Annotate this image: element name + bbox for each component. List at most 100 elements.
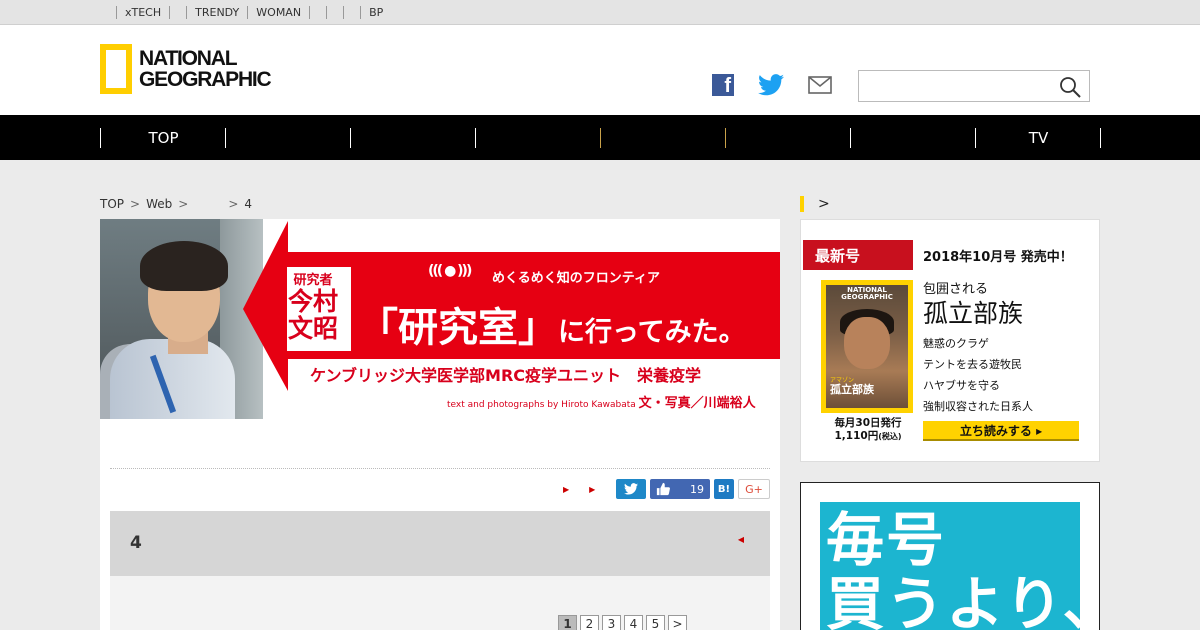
nav-divider — [1100, 128, 1101, 148]
read-preview-button[interactable]: 立ち読みする ▸ — [923, 421, 1079, 441]
separator — [309, 6, 311, 19]
mini-links: ▶ ▶ — [563, 485, 595, 494]
hatena-bookmark-button[interactable]: B! — [714, 479, 734, 499]
article-banner: 研究者 今村 文昭 ((( ● ))) めくるめく知のフロンティア 「研究室」に… — [100, 219, 780, 419]
twitter-icon[interactable] — [758, 74, 784, 96]
like-count: 19 — [690, 482, 704, 496]
breadcrumb-web[interactable]: Web — [146, 197, 172, 211]
toc-item: 魅惑のクラゲ — [923, 337, 989, 350]
search-icon[interactable] — [1059, 76, 1081, 98]
photo-credit: text and photographs by Hiroto Kawabata … — [447, 392, 756, 411]
page-5-button[interactable]: 5 — [646, 615, 665, 630]
researcher-name-2: 文昭 — [287, 314, 338, 343]
tax-note: (税込) — [878, 432, 902, 441]
separator — [343, 6, 345, 19]
publish-schedule: 毎月30日発行 — [834, 417, 902, 429]
ad-creative: 毎号 買うより、 — [820, 502, 1080, 630]
ad-banner[interactable]: 毎号 買うより、 — [800, 482, 1100, 630]
logo-text-line-2: GEOGRAPHIC — [139, 68, 272, 91]
top-bar: xTECH TRENDY WOMAN BP — [0, 0, 1200, 25]
page-2-button[interactable]: 2 — [580, 615, 599, 630]
researcher-photo — [100, 219, 263, 419]
nav-item-3[interactable] — [351, 115, 476, 160]
network-link-xtech[interactable]: xTECH — [117, 6, 169, 19]
breadcrumb-separator: > — [228, 197, 239, 211]
title-bracket-close: 」 — [518, 305, 558, 351]
nav-item-5[interactable] — [601, 115, 726, 160]
price: 1,110円 — [834, 430, 879, 442]
page-1-button[interactable]: 1 — [558, 615, 577, 630]
twitter-share-button[interactable] — [616, 479, 646, 499]
site-header: NATIONAL GEOGRAPHIC f — [0, 25, 1200, 115]
play-arrow-icon[interactable]: ▶ — [589, 485, 595, 494]
yellow-frame-icon — [100, 44, 132, 94]
new-issue-label: 最新号 — [803, 240, 913, 270]
play-arrow-icon[interactable]: ▶ — [563, 485, 569, 494]
series-tagline: めくるめく知のフロンティア — [492, 271, 660, 286]
main-nav: TOP TV — [0, 115, 1200, 160]
magazine-cover[interactable]: NATIONAL GEOGRAPHIC アマゾン 孤立部族 — [821, 280, 913, 413]
ad-line-2: 買うより、 — [826, 570, 1080, 630]
nav-item-7[interactable] — [851, 115, 976, 160]
next-page-button[interactable]: > — [668, 615, 687, 630]
page-3-button[interactable]: 3 — [602, 615, 621, 630]
breadcrumb-top[interactable]: TOP — [100, 197, 124, 211]
social-links: f — [712, 74, 832, 96]
sidebar-heading: > — [800, 196, 830, 212]
issue-date: 2018年10月号 発売中！ — [923, 250, 1073, 265]
nav-item-4[interactable] — [476, 115, 601, 160]
logo-text-line-1: NATIONAL — [139, 47, 238, 70]
title-main: 研究室 — [398, 305, 518, 351]
facebook-icon[interactable]: f — [712, 74, 734, 96]
separator — [326, 6, 328, 19]
breadcrumb-current: 4 — [244, 197, 253, 211]
title-suffix: に行ってみた。 — [558, 317, 746, 348]
nav-item-top[interactable]: TOP — [101, 115, 226, 160]
breadcrumb-separator: > — [178, 197, 189, 211]
twitter-icon — [624, 483, 638, 495]
network-link-woman[interactable]: WOMAN — [248, 6, 309, 19]
nav-item-2[interactable] — [226, 115, 351, 160]
article-body: ▶ ▶ 19 B! G+ 4 ◀ 1 2 3 4 5 > — [100, 419, 780, 630]
toc-item: 強制収容された日系人 — [923, 400, 1033, 413]
share-buttons: 19 B! G+ — [616, 479, 770, 499]
mail-icon[interactable] — [808, 76, 832, 94]
search-input[interactable] — [859, 71, 1049, 101]
cover-headline: 孤立部族 — [830, 383, 874, 396]
affiliation: ケンブリッジ大学医学部MRC疫学ユニット 栄養疫学 — [310, 366, 702, 385]
title-bracket-open: 「 — [358, 305, 398, 351]
researcher-label: 研究者 — [293, 273, 333, 288]
nav-item-6[interactable] — [726, 115, 851, 160]
page-4-button[interactable]: 4 — [624, 615, 643, 630]
credit-en: text and photographs by Hiroto Kawabata — [447, 400, 636, 410]
facebook-like-button[interactable]: 19 — [650, 479, 710, 499]
section-header: 4 ◀ — [110, 511, 770, 576]
toc-item: ハヤブサを守る — [923, 379, 1000, 392]
latest-issue-box: 最新号 2018年10月号 発売中！ NATIONAL GEOGRAPHIC アマ… — [800, 219, 1100, 462]
accent-bar — [800, 196, 804, 212]
google-plus-button[interactable]: G+ — [738, 479, 770, 499]
site-logo[interactable]: NATIONAL GEOGRAPHIC — [100, 44, 272, 94]
breadcrumb: TOP > Web > > 4 — [100, 197, 252, 211]
cover-title-2: GEOGRAPHIC — [841, 293, 893, 301]
network-link-bp[interactable]: BP — [361, 6, 391, 19]
article-content: 1 2 3 4 5 > — [110, 576, 770, 630]
issue-contents: 魅惑のクラゲ テントを去る遊牧民 ハヤブサを守る 強制収容された日系人 — [923, 333, 1033, 417]
pagination: 1 2 3 4 5 > — [558, 615, 687, 630]
ad-line-1: 毎号 — [826, 506, 947, 574]
signal-waves-icon: ((( ● ))) — [428, 263, 472, 279]
researcher-name-1: 今村 — [287, 287, 338, 316]
chevron-right-icon[interactable]: > — [818, 196, 830, 212]
back-arrow-icon[interactable]: ◀ — [738, 535, 744, 544]
researcher-name-block: 研究者 今村 文昭 — [283, 269, 343, 342]
credit-jp: 文・写真／川端裕人 — [638, 396, 756, 411]
breadcrumb-separator: > — [130, 197, 141, 211]
network-link-trendy[interactable]: TRENDY — [187, 6, 247, 19]
divider — [110, 468, 770, 469]
nav-item-tv[interactable]: TV — [976, 115, 1101, 160]
toc-item: テントを去る遊牧民 — [923, 358, 1022, 371]
series-title: 「研究室」に行ってみた。 — [358, 295, 746, 353]
thumbs-up-icon — [656, 482, 670, 496]
search-box — [858, 70, 1090, 102]
section-number: 4 — [130, 533, 142, 553]
